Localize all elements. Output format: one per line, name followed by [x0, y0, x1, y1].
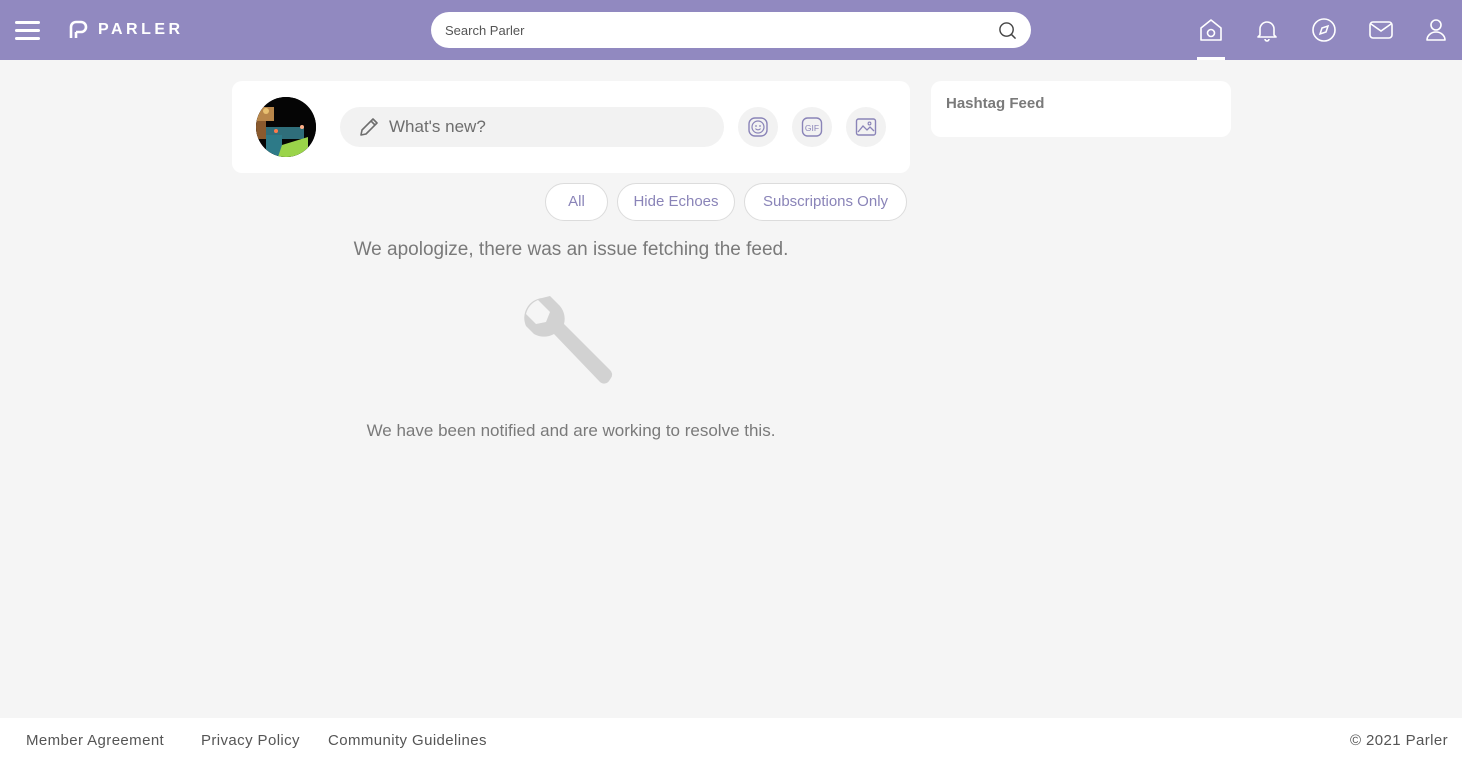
feed-error-message: We apologize, there was an issue fetchin…: [353, 239, 789, 260]
gif-label: GIF: [805, 123, 819, 133]
active-nav-indicator: [1197, 57, 1225, 60]
whats-new-input[interactable]: What's new?: [340, 107, 724, 147]
feed-notice-message: We have been notified and are working to…: [366, 421, 776, 440]
hashtag-feed-title: Hashtag Feed: [946, 95, 1045, 112]
mail-icon[interactable]: [1367, 16, 1395, 44]
gif-icon: GIF: [801, 117, 823, 137]
post-composer: What's new? GIF: [232, 81, 910, 173]
community-guidelines-link[interactable]: Community Guidelines: [328, 732, 487, 749]
menu-icon[interactable]: [15, 18, 41, 42]
user-icon[interactable]: [1422, 16, 1450, 44]
filter-all-button[interactable]: All: [545, 183, 608, 221]
pencil-icon: [360, 118, 378, 136]
image-button[interactable]: [846, 107, 886, 147]
hashtag-feed-card: Hashtag Feed: [931, 81, 1231, 137]
gif-button[interactable]: GIF: [792, 107, 832, 147]
top-navigation-bar: PARLER: [0, 0, 1462, 60]
privacy-policy-link[interactable]: Privacy Policy: [201, 732, 300, 749]
emoji-button[interactable]: [738, 107, 778, 147]
parler-logo[interactable]: PARLER: [69, 20, 184, 40]
bell-icon[interactable]: [1253, 16, 1281, 44]
copyright: © 2021 Parler: [1350, 732, 1448, 749]
avatar[interactable]: [256, 97, 316, 157]
whats-new-placeholder: What's new?: [389, 117, 486, 136]
footer: Member Agreement Privacy Policy Communit…: [0, 718, 1462, 762]
wrench-icon: [524, 296, 613, 384]
compass-icon[interactable]: [1310, 16, 1338, 44]
member-agreement-link[interactable]: Member Agreement: [26, 732, 164, 749]
filter-subscriptions-only-button[interactable]: Subscriptions Only: [744, 183, 907, 221]
search-input[interactable]: [445, 12, 985, 48]
emoji-icon: [748, 117, 768, 137]
image-icon: [855, 118, 877, 136]
parler-logo-icon: [69, 20, 88, 38]
search-icon[interactable]: [998, 21, 1017, 40]
avatar-image: [256, 97, 316, 157]
brand-name: PARLER: [98, 21, 184, 38]
filter-hide-echoes-button[interactable]: Hide Echoes: [617, 183, 735, 221]
home-icon[interactable]: [1197, 16, 1225, 44]
search-bar: [431, 12, 1031, 48]
